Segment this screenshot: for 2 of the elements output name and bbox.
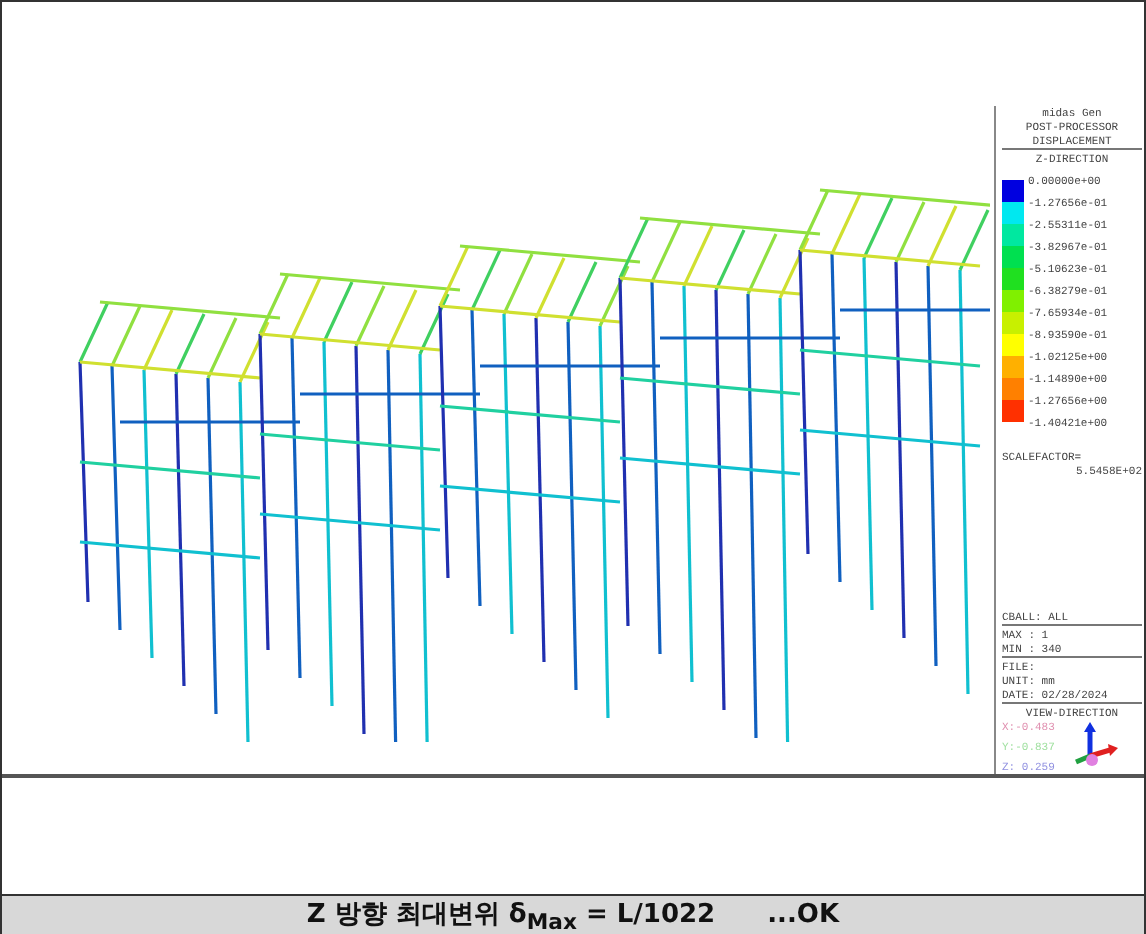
check-result: ...OK xyxy=(767,900,840,931)
caption-text: Z 방향 최대변위 δ$_{Max}$ = L/1022 xyxy=(306,898,716,934)
